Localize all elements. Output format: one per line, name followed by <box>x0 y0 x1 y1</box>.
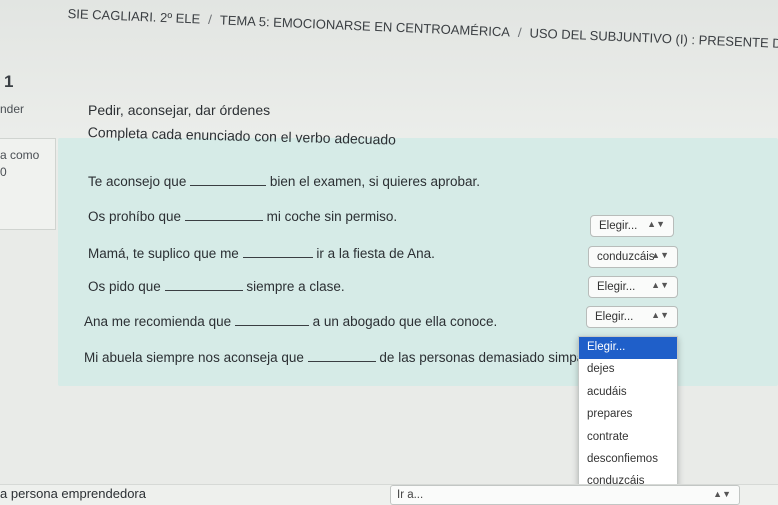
sentence-text-before: Mamá, te suplico que me <box>88 246 239 261</box>
chevron-updown-icon: ▲▼ <box>651 250 669 260</box>
dropdown-option[interactable]: Elegir... <box>579 337 677 360</box>
sentence-text-before: Ana me recomienda que <box>84 314 232 329</box>
sentence-text-after: siempre a clase. <box>246 279 345 294</box>
answer-blank <box>307 348 376 362</box>
answer-blank <box>164 277 243 291</box>
sentence-text-after: bien el examen, si quieres aprobar. <box>269 174 480 189</box>
chevron-updown-icon: ▲▼ <box>713 489 731 499</box>
select-value: Elegir... <box>597 281 636 293</box>
dropdown-option[interactable]: acudáis <box>579 382 677 404</box>
answer-select-1[interactable]: Elegir... ▲▼ <box>590 215 674 237</box>
answer-blank <box>242 244 313 258</box>
left-sidebar-label: a como <box>0 148 40 162</box>
chevron-updown-icon: ▲▼ <box>651 310 669 320</box>
breadcrumb-separator: / <box>517 24 522 41</box>
chevron-updown-icon: ▲▼ <box>651 280 669 290</box>
sentence-row: Os prohíbo que mi coche sin permiso. <box>88 207 397 224</box>
sentence-row: Mamá, te suplico que me ir a la fiesta d… <box>88 244 435 261</box>
select-value: conduzcáis <box>597 251 655 263</box>
sentence-text-before: Os prohíbo que <box>88 209 182 224</box>
question-number: 1 <box>4 72 14 91</box>
left-sidebar-label: 0 <box>0 165 7 179</box>
dropdown-option[interactable]: dejes <box>579 359 677 381</box>
jump-to-select[interactable]: Ir a... ▲▼ <box>390 485 740 505</box>
question-title: Pedir, aconsejar, dar órdenes <box>88 102 271 118</box>
sentence-text-after: ir a la fiesta de Ana. <box>316 246 435 261</box>
sentence-text-before: Te aconsejo que <box>88 174 187 189</box>
dropdown-option[interactable]: prepares <box>579 404 677 426</box>
left-sidebar-label: nder <box>0 102 25 116</box>
answer-select-4[interactable]: Elegir... ▲▼ <box>586 306 678 328</box>
sentence-row: Mi abuela siempre nos aconseja que de la… <box>84 348 616 365</box>
sentence-text-before: Mi abuela siempre nos aconseja que <box>84 350 304 365</box>
select-value: Ir a... <box>397 489 424 501</box>
sentence-row: Ana me recomienda que a un abogado que e… <box>84 312 497 329</box>
answer-blank <box>184 207 263 221</box>
previous-activity-link[interactable]: a persona emprendedora <box>0 486 146 501</box>
select-value: Elegir... <box>599 220 638 232</box>
sentence-row: Os pido que siempre a clase. <box>88 277 345 294</box>
answer-options-dropdown[interactable]: Elegir... dejes acudáis prepares contrat… <box>578 336 678 488</box>
sentence-text-before: Os pido que <box>88 279 161 294</box>
answer-blank <box>190 172 267 186</box>
sentence-text-after: a un abogado que ella conoce. <box>312 314 498 329</box>
chevron-updown-icon: ▲▼ <box>647 219 665 229</box>
select-value: Elegir... <box>595 311 634 323</box>
answer-blank <box>234 312 309 326</box>
answer-select-2[interactable]: conduzcáis ▲▼ <box>588 246 678 268</box>
answer-select-3[interactable]: Elegir... ▲▼ <box>588 276 678 298</box>
sentence-row: Te aconsejo que bien el examen, si quier… <box>88 172 480 189</box>
dropdown-option[interactable]: contrate <box>579 427 677 449</box>
dropdown-option[interactable]: desconfiemos <box>579 449 677 471</box>
breadcrumb-separator: / <box>207 11 213 28</box>
sentence-text-after: mi coche sin permiso. <box>266 209 398 224</box>
